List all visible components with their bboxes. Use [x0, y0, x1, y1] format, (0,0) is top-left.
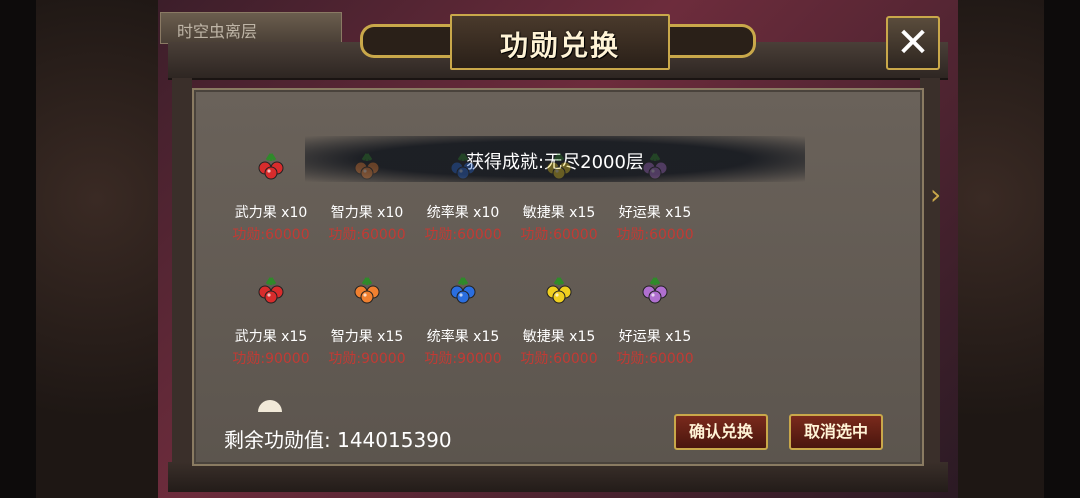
- reward-cost: 功勋:60000: [328, 227, 406, 243]
- fruit-icon: [639, 274, 671, 306]
- reward-cost: 功勋:60000: [424, 227, 502, 243]
- dialog-title-plate: 功勋兑换: [360, 10, 756, 70]
- reward-item[interactable]: 敏捷果 x15 功勋:60000: [511, 150, 607, 244]
- chevron-right-icon: ›: [930, 178, 942, 211]
- reward-name: 敏捷果 x15: [522, 329, 596, 345]
- reward-cost: 功勋:90000: [328, 351, 406, 367]
- cancel-selection-button[interactable]: 取消选中: [789, 414, 883, 450]
- reward-item[interactable]: 好运果 x15 功勋:60000: [607, 274, 703, 368]
- fruit-icon: [447, 274, 479, 306]
- reward-cost: 功勋:60000: [232, 227, 310, 243]
- reward-cost: 功勋:60000: [520, 351, 598, 367]
- background-tab: 时空虫离层: [160, 12, 342, 44]
- dialog-frame-bottom: [168, 462, 948, 492]
- screen-edge-right: [1044, 0, 1080, 498]
- reward-name: 武力果 x15: [234, 329, 308, 345]
- reward-cost: 功勋:60000: [616, 351, 694, 367]
- title-ornament-left: [360, 24, 463, 58]
- remaining-value: 144015390: [337, 428, 452, 452]
- fruit-icon: [255, 274, 287, 306]
- reward-name: 武力果 x10: [234, 205, 308, 221]
- reward-item[interactable]: 智力果 x10 功勋:60000: [319, 150, 415, 244]
- reward-item[interactable]: 好运果 x15 功勋:60000: [607, 150, 703, 244]
- reward-cost: 功勋:90000: [232, 351, 310, 367]
- reward-item[interactable]: 武力果 x15 功勋:90000: [223, 274, 319, 368]
- screen-edge-left: [0, 0, 36, 498]
- reward-item[interactable]: 统率果 x15 功勋:90000: [415, 274, 511, 368]
- reward-item[interactable]: 武力果 x10 功勋:60000: [223, 150, 319, 244]
- fruit-icon: [543, 150, 575, 182]
- fruit-icon: [447, 150, 479, 182]
- reward-cost: 功勋:60000: [616, 227, 694, 243]
- fruit-icon: [255, 150, 287, 182]
- reward-item[interactable]: 统率果 x10 功勋:60000: [415, 150, 511, 244]
- reward-name: 统率果 x15: [426, 329, 500, 345]
- title-center: 功勋兑换: [450, 14, 670, 70]
- reward-name: 好运果 x15: [618, 329, 692, 345]
- fruit-icon: [351, 150, 383, 182]
- reward-name: 智力果 x15: [330, 329, 404, 345]
- fruit-icon: [543, 274, 575, 306]
- reward-cost: 功勋:60000: [520, 227, 598, 243]
- reward-item[interactable]: 敏捷果 x15 功勋:60000: [511, 274, 607, 368]
- remaining-merit: 剩余功勋值: 144015390: [224, 424, 452, 453]
- remaining-label: 剩余功勋值:: [224, 428, 331, 452]
- close-icon: ✕: [896, 20, 930, 66]
- reward-name: 好运果 x15: [618, 205, 692, 221]
- fruit-icon: [351, 274, 383, 306]
- dialog-frame-left: [172, 78, 192, 468]
- close-button[interactable]: ✕: [886, 16, 940, 70]
- reward-name: 智力果 x10: [330, 205, 404, 221]
- reward-name: 统率果 x10: [426, 205, 500, 221]
- reward-name: 敏捷果 x15: [522, 205, 596, 221]
- dialog-title: 功勋兑换: [499, 29, 620, 62]
- background-tab-label: 时空虫离层: [177, 22, 258, 41]
- fruit-icon: [639, 150, 671, 182]
- confirm-exchange-button[interactable]: 确认兑换: [674, 414, 768, 450]
- reward-cost: 功勋:90000: [424, 351, 502, 367]
- reward-item[interactable]: 智力果 x15 功勋:90000: [319, 274, 415, 368]
